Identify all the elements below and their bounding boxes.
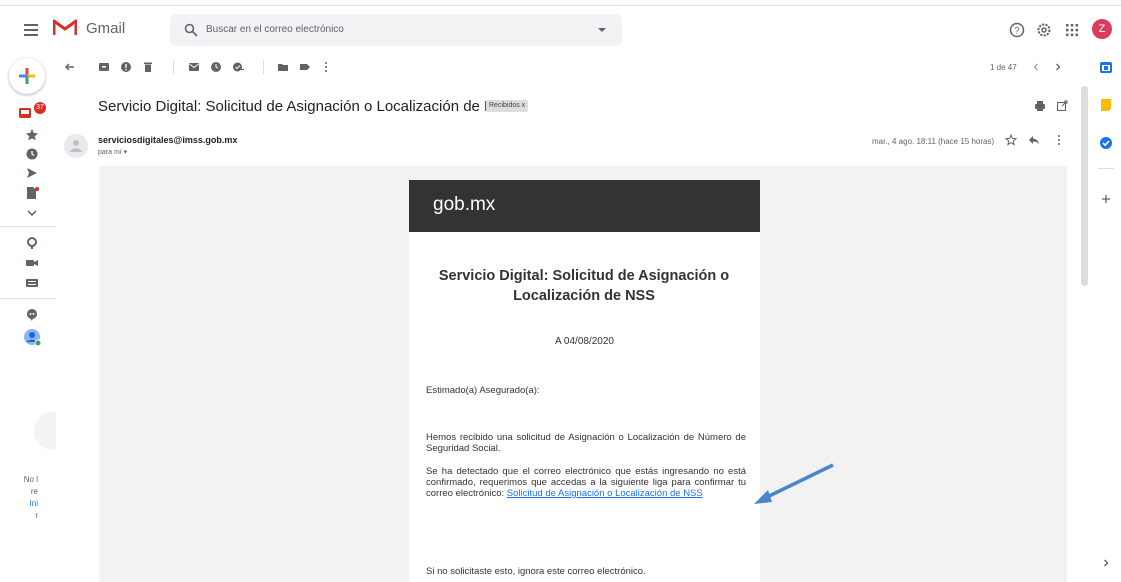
search-options-icon[interactable]: [598, 28, 606, 32]
snoozed-clock-icon[interactable]: [25, 147, 39, 161]
app-name: Gmail: [86, 20, 126, 37]
user-status-avatar-icon[interactable]: [23, 328, 41, 346]
email-greeting: Estimado(a) Asegurado(a):: [426, 385, 540, 396]
expand-panel-chevron-icon[interactable]: [1099, 556, 1113, 570]
pagination-count: 1 de 47: [990, 63, 1017, 72]
browser-edge: [0, 0, 1121, 6]
hangouts-link-fragment[interactable]: Ini: [20, 499, 38, 508]
compose-plus-icon: [19, 68, 35, 84]
hangouts-text-fragment: re: [30, 487, 38, 496]
star-icon[interactable]: [1005, 134, 1017, 146]
older-chevron-right-icon[interactable]: [1052, 61, 1064, 73]
sender-email[interactable]: serviciosdigitales@imss.gob.mx: [98, 135, 237, 145]
inbox-label-chip[interactable]: Recibidos x: [486, 100, 529, 112]
drafts-icon[interactable]: [25, 186, 39, 200]
email-subject: Servicio Digital: Solicitud de Asignació…: [98, 98, 515, 115]
email-brand-header: gob.mx: [409, 180, 760, 232]
tasks-check-icon[interactable]: [1099, 136, 1113, 150]
toolbar-separator: [263, 60, 264, 74]
video-camera-icon[interactable]: [25, 256, 39, 270]
mark-unread-icon[interactable]: [188, 61, 200, 73]
newer-chevron-left-icon[interactable]: [1030, 61, 1042, 73]
hangouts-bubble: [34, 412, 56, 450]
search-input[interactable]: Buscar en el correo electrónico: [206, 24, 344, 35]
annotation-arrow-icon: [754, 463, 834, 504]
print-icon[interactable]: [1034, 100, 1046, 112]
reply-arrow-icon[interactable]: [1028, 134, 1040, 146]
message-more-options-icon[interactable]: [1053, 134, 1065, 146]
recipient-details-toggle[interactable]: para mí ▾: [98, 148, 127, 156]
sent-icon[interactable]: [25, 166, 39, 180]
panel-separator: [1098, 168, 1114, 169]
email-body-title: Servicio Digital: Solicitud de Asignació…: [438, 268, 730, 304]
hangouts-text-fragment: No l: [23, 475, 38, 484]
vertical-scrollbar[interactable]: [1081, 86, 1088, 286]
email-paragraph-with-link: Se ha detectado que el correo electrónic…: [426, 466, 746, 499]
apps-grid-icon[interactable]: [1064, 22, 1080, 38]
add-addon-plus-icon[interactable]: [1099, 192, 1113, 206]
main-menu-icon[interactable]: [24, 24, 38, 36]
email-paragraph: Si no solicitaste esto, ignora este corr…: [426, 566, 646, 577]
inbox-unread-badge: 37: [34, 102, 46, 114]
rail-separator: [0, 298, 56, 299]
more-options-icon[interactable]: [320, 61, 332, 73]
meet-location-icon[interactable]: [25, 236, 39, 250]
add-to-tasks-icon[interactable]: [232, 61, 244, 73]
snooze-clock-icon[interactable]: [210, 61, 222, 73]
hangouts-chat-icon[interactable]: [25, 308, 39, 322]
keep-notes-icon[interactable]: [1099, 98, 1113, 112]
svg-text:?: ?: [1014, 26, 1019, 36]
report-spam-icon[interactable]: [120, 61, 132, 73]
more-chevron-down-icon[interactable]: [25, 206, 39, 220]
open-new-window-icon[interactable]: [1056, 100, 1068, 112]
email-body-date: A 04/08/2020: [555, 336, 614, 347]
person-icon: [70, 140, 82, 152]
hangouts-text-fragment: r: [35, 511, 38, 520]
confirmation-link[interactable]: Solicitud de Asignación o Localización d…: [507, 488, 703, 499]
account-avatar[interactable]: Z: [1092, 19, 1112, 39]
rail-separator: [0, 226, 56, 227]
back-arrow-icon[interactable]: [64, 61, 76, 73]
compose-button[interactable]: [9, 58, 45, 94]
calendar-icon[interactable]: [1099, 60, 1113, 74]
sender-avatar[interactable]: [64, 134, 88, 158]
gmail-window: Gmail Buscar en el correo electrónico ? …: [0, 0, 1121, 582]
gmail-logo-icon[interactable]: [53, 18, 77, 36]
starred-icon[interactable]: [25, 128, 39, 142]
search-icon[interactable]: [184, 23, 198, 37]
email-paragraph: Hemos recibido una solicitud de Asignaci…: [426, 432, 746, 454]
gobmx-logo-text: gob.mx: [433, 194, 496, 215]
keyboard-icon[interactable]: [25, 276, 39, 290]
email-date: mar., 4 ago. 18:11 (hace 15 horas): [872, 137, 995, 146]
move-to-folder-icon[interactable]: [277, 61, 289, 73]
archive-icon[interactable]: [98, 61, 110, 73]
top-header: Gmail Buscar en el correo electrónico ? …: [0, 8, 1121, 54]
toolbar-separator: [173, 60, 174, 74]
settings-gear-icon[interactable]: [1036, 22, 1052, 38]
email-content-card: Servicio Digital: Solicitud de Asignació…: [409, 232, 760, 582]
help-icon[interactable]: ?: [1009, 22, 1025, 38]
search-bar[interactable]: Buscar en el correo electrónico: [170, 14, 622, 46]
label-tag-icon[interactable]: [299, 61, 311, 73]
delete-trash-icon[interactable]: [142, 61, 154, 73]
inbox-icon[interactable]: [18, 106, 32, 120]
